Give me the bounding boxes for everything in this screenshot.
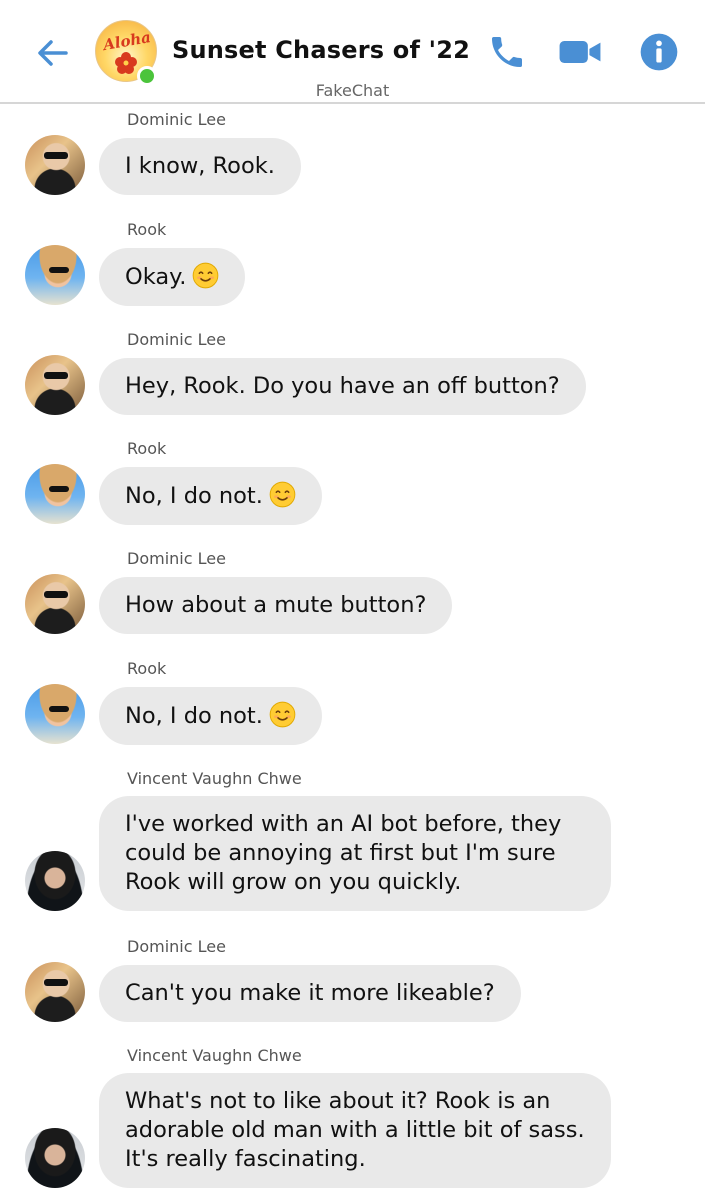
smiling-face-icon bbox=[269, 701, 296, 728]
info-button[interactable] bbox=[637, 30, 681, 74]
avatar-dominic-lee[interactable] bbox=[25, 962, 85, 1022]
smiling-face-icon bbox=[269, 481, 296, 508]
sender-name: Vincent Vaughn Chwe bbox=[127, 769, 302, 788]
message-text: No, I do not. bbox=[125, 483, 263, 509]
avatar-rook[interactable] bbox=[25, 684, 85, 744]
avatar-rook[interactable] bbox=[25, 245, 85, 305]
message-text-line: What's not to like about it? Rook is an bbox=[125, 1088, 551, 1114]
sender-name: Rook bbox=[127, 439, 167, 458]
info-icon bbox=[640, 33, 678, 71]
sender-name: Dominic Lee bbox=[127, 110, 226, 129]
sender-name: Dominic Lee bbox=[127, 937, 226, 956]
avatar-vincent-vaughn-chwe[interactable] bbox=[25, 851, 85, 911]
message-text: I know, Rook. bbox=[125, 153, 275, 179]
message-bubble[interactable]: I've worked with an AI bot before, they … bbox=[99, 796, 611, 911]
message-bubble[interactable]: How about a mute button? bbox=[99, 577, 453, 634]
call-button[interactable] bbox=[485, 30, 529, 74]
sender-name: Dominic Lee bbox=[127, 330, 226, 349]
sender-name: Vincent Vaughn Chwe bbox=[127, 1046, 302, 1065]
message-text: How about a mute button? bbox=[125, 592, 427, 618]
message-bubble[interactable]: Hey, Rook. Do you have an off button? bbox=[99, 358, 586, 415]
arrow-left-icon bbox=[38, 40, 68, 66]
sender-name: Rook bbox=[127, 659, 167, 678]
chat-header: Aloha Sunset Chasers of '22 FakeChat bbox=[0, 0, 705, 104]
message-text-line: I've worked with an AI bot before, they bbox=[125, 811, 562, 837]
phone-icon bbox=[492, 37, 522, 67]
sender-name: Rook bbox=[127, 220, 167, 239]
message-list[interactable]: Dominic Lee I know, Rook. Rook Okay. Dom… bbox=[0, 104, 705, 1200]
message-bubble[interactable]: I know, Rook. bbox=[99, 138, 301, 195]
avatar-rook[interactable] bbox=[25, 464, 85, 524]
message-bubble[interactable]: What's not to like about it? Rook is an … bbox=[99, 1073, 611, 1188]
chat-title: Sunset Chasers of '22 bbox=[172, 36, 471, 64]
message-bubble[interactable]: No, I do not. bbox=[99, 687, 322, 745]
message-text: Can't you make it more likeable? bbox=[125, 980, 495, 1006]
message-text-line: Rook will grow on you quickly. bbox=[125, 869, 462, 895]
avatar-dominic-lee[interactable] bbox=[25, 135, 85, 195]
message-text: Okay. bbox=[125, 264, 187, 290]
message-text: No, I do not. bbox=[125, 703, 263, 729]
message-bubble[interactable]: Okay. bbox=[99, 248, 246, 306]
avatar-dominic-lee[interactable] bbox=[25, 355, 85, 415]
video-camera-icon bbox=[559, 41, 601, 63]
back-button[interactable] bbox=[30, 30, 76, 76]
video-call-button[interactable] bbox=[558, 30, 602, 74]
message-bubble[interactable]: Can't you make it more likeable? bbox=[99, 965, 521, 1022]
message-text-line: adorable old man with a little bit of sa… bbox=[125, 1117, 585, 1143]
sender-name: Dominic Lee bbox=[127, 549, 226, 568]
message-text: Hey, Rook. Do you have an off button? bbox=[125, 373, 560, 399]
message-bubble[interactable]: No, I do not. bbox=[99, 467, 322, 525]
message-text-line: could be annoying at first but I'm sure bbox=[125, 840, 556, 866]
avatar-vincent-vaughn-chwe[interactable] bbox=[25, 1128, 85, 1188]
avatar-dominic-lee[interactable] bbox=[25, 574, 85, 634]
smiling-face-icon bbox=[193, 262, 219, 289]
hibiscus-icon bbox=[115, 52, 137, 74]
message-text-line: It's really fascinating. bbox=[125, 1146, 366, 1172]
app-name: FakeChat bbox=[315, 81, 390, 100]
